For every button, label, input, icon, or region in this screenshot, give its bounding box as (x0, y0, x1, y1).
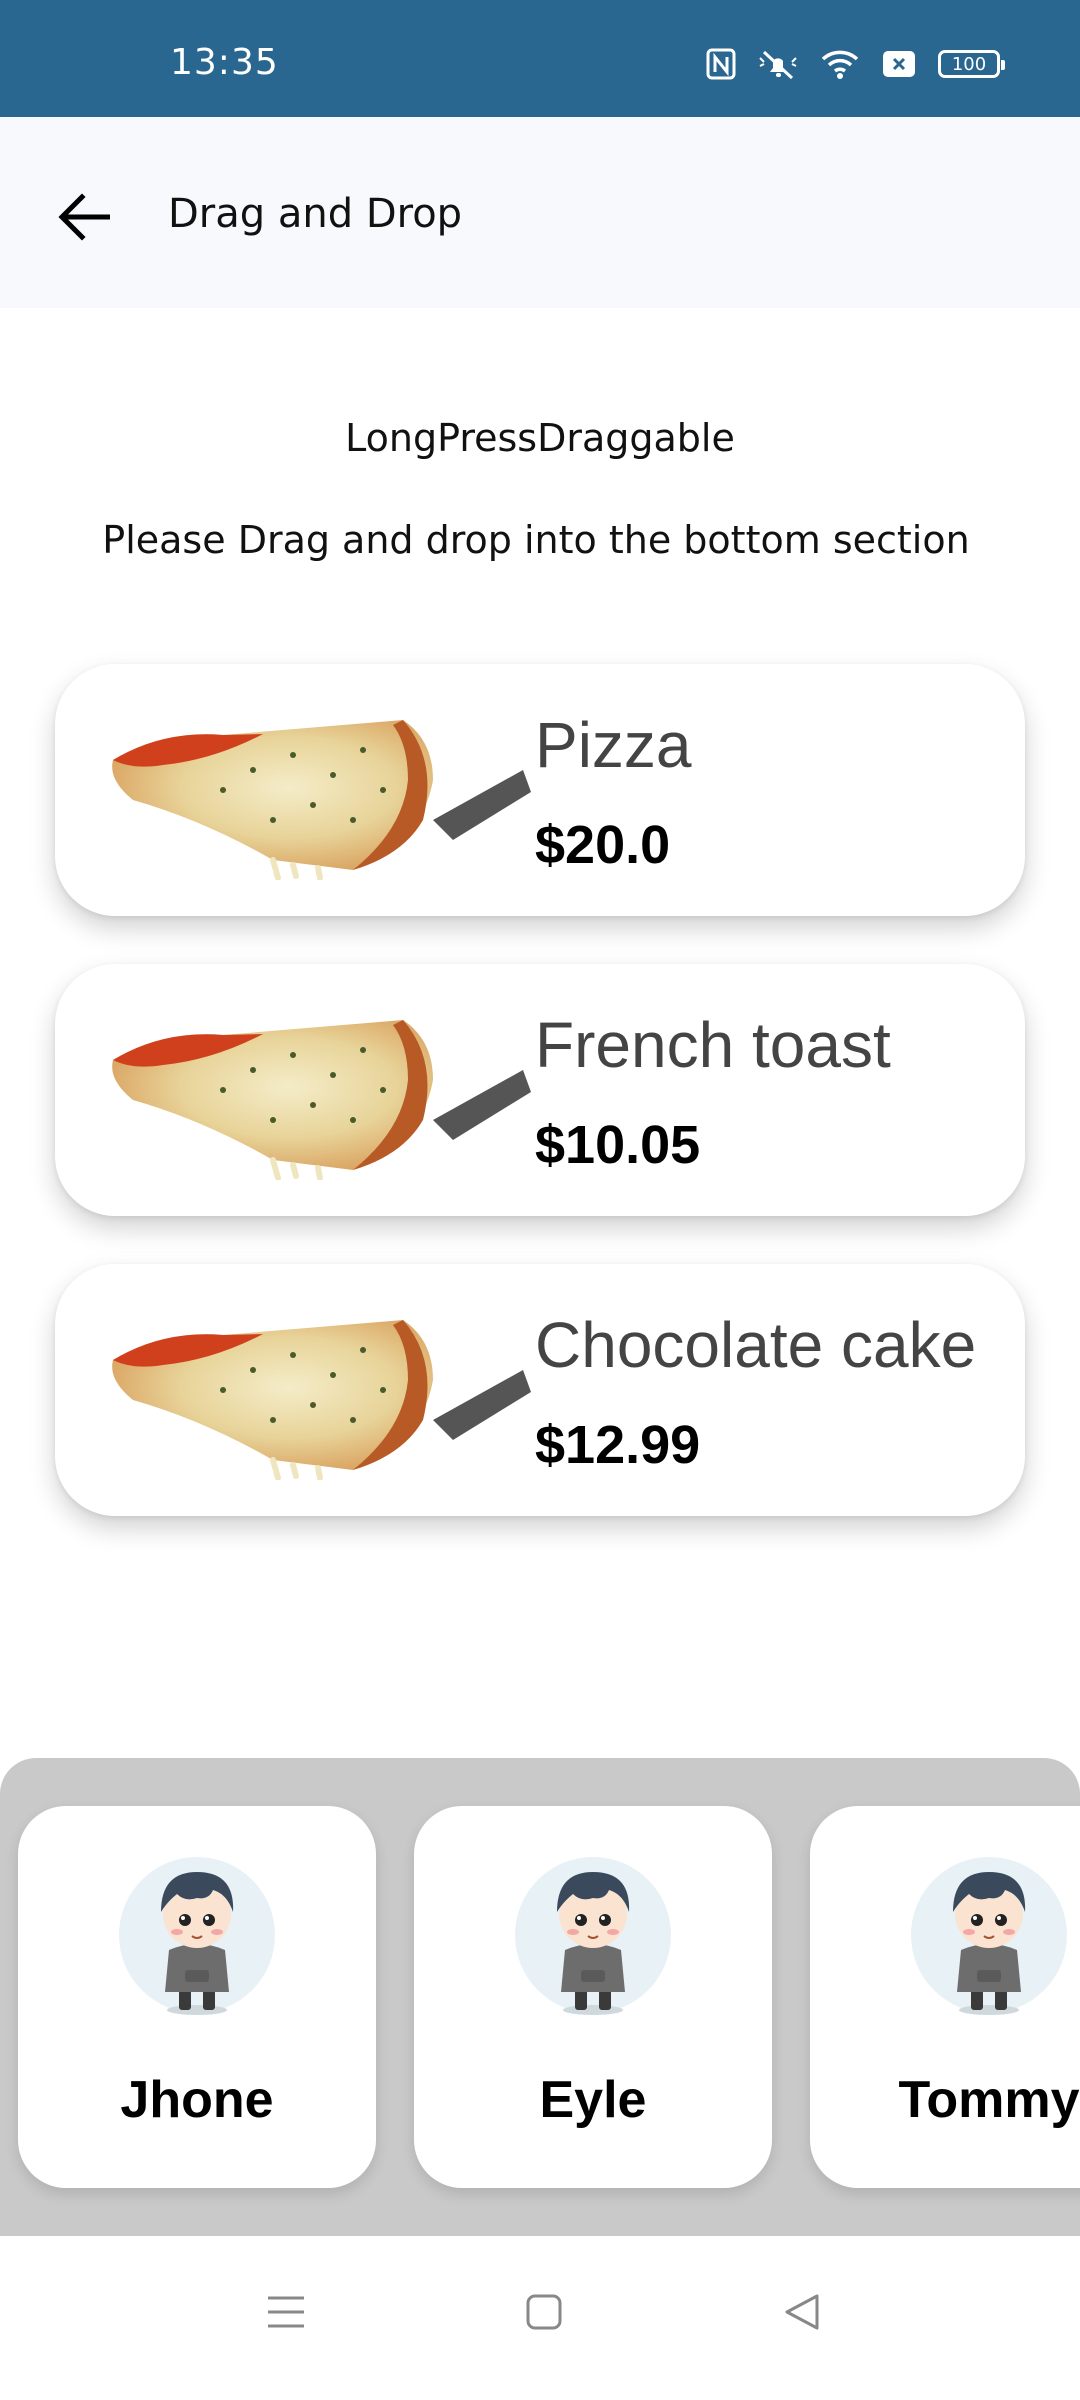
avatar (515, 1857, 671, 2015)
nfc-icon (706, 48, 736, 80)
status-time: 13:35 (170, 42, 279, 83)
home-button[interactable] (514, 2282, 574, 2342)
customer-card-tommy[interactable]: Tommy (810, 1806, 1080, 2188)
customer-name: Eyle (539, 2071, 647, 2129)
menu-icon (268, 2296, 304, 2328)
avatar (911, 1857, 1067, 2015)
item-name: Pizza (535, 709, 692, 781)
item-name: Chocolate cake (535, 1309, 977, 1381)
close-box-icon (882, 49, 916, 79)
status-icons: 100 (706, 48, 1005, 80)
pizza-image (112, 720, 531, 880)
back-icon (785, 2294, 819, 2330)
item-price: $20.0 (535, 815, 671, 875)
drop-zone[interactable]: Jhone Eyle Tommy (0, 1758, 1080, 2236)
system-nav-bar (0, 2236, 1080, 2400)
wifi-icon (820, 48, 860, 80)
battery-icon: 100 (938, 50, 1005, 78)
instruction-text: Please Drag and drop into the bottom sec… (102, 518, 970, 562)
customer-name: Jhone (120, 2071, 274, 2129)
customer-card-eyle[interactable]: Eyle (414, 1806, 772, 2188)
app-bar: Drag and Drop (0, 117, 1080, 308)
item-price: $10.05 (535, 1115, 701, 1175)
customer-name: Tommy (898, 2071, 1080, 2129)
back-nav-button[interactable] (772, 2282, 832, 2342)
home-icon (526, 2294, 562, 2330)
pizza-image (112, 1320, 531, 1480)
item-name: French toast (535, 1009, 891, 1081)
customer-card-jhone[interactable]: Jhone (18, 1806, 376, 2188)
mute-icon (758, 48, 798, 80)
section-heading: LongPressDraggable (345, 416, 735, 460)
recent-apps-button[interactable] (256, 2282, 316, 2342)
menu-item-pizza[interactable]: Pizza $20.0 (55, 664, 1025, 916)
menu-item-chocolate-cake[interactable]: Chocolate cake $12.99 (55, 1264, 1025, 1516)
avatar (119, 1857, 275, 2015)
pizza-image (112, 1020, 531, 1180)
arrow-back-icon (58, 193, 110, 241)
status-bar: 13:35 100 (0, 0, 1080, 117)
menu-item-french-toast[interactable]: French toast $10.05 (55, 964, 1025, 1216)
item-price: $12.99 (535, 1415, 701, 1475)
page-title: Drag and Drop (168, 191, 463, 237)
back-button[interactable] (52, 185, 116, 249)
